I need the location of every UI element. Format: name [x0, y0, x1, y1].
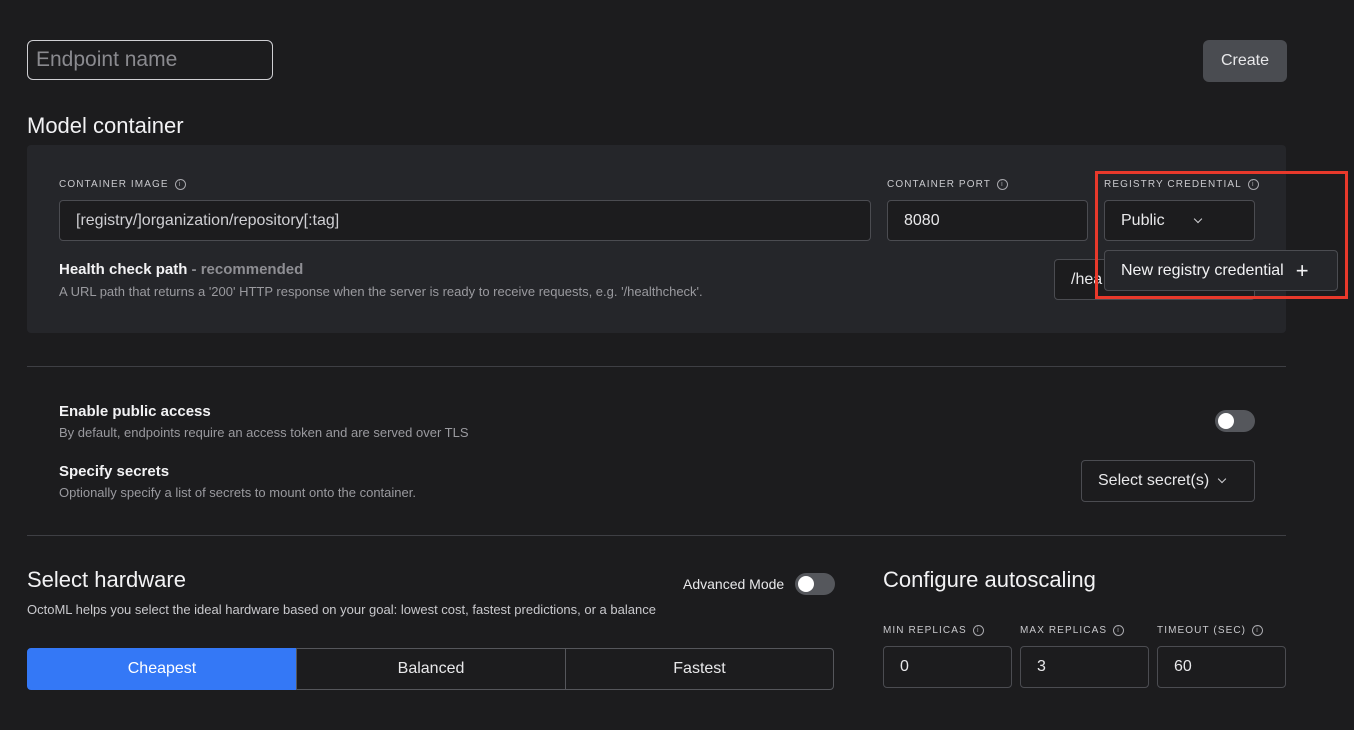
secrets-title: Specify secrets [59, 463, 170, 480]
timeout-label: TIMEOUT (SEC) i [1157, 625, 1264, 636]
container-port-label: CONTAINER PORT i [887, 179, 1008, 190]
divider [27, 366, 1286, 367]
max-replicas-caption: MAX REPLICAS [1020, 625, 1108, 636]
container-image-placeholder: [registry/]organization/repository[:tag] [76, 211, 340, 229]
min-replicas-value: 0 [900, 658, 909, 675]
health-check-title: Health check path [59, 261, 188, 278]
model-container-title: Model container [27, 113, 184, 138]
info-icon[interactable]: i [174, 179, 186, 190]
info-icon[interactable]: i [996, 179, 1008, 190]
advanced-mode-toggle[interactable] [795, 573, 835, 595]
select-secrets-dropdown[interactable]: Select secret(s) [1081, 460, 1255, 502]
select-secrets-label: Select secret(s) [1098, 472, 1210, 489]
info-icon[interactable]: i [1113, 625, 1125, 636]
health-check-suffix: - recommended [187, 261, 304, 278]
divider [27, 535, 1286, 536]
hardware-description: OctoML helps you select the ideal hardwa… [27, 602, 656, 617]
min-replicas-label: MIN REPLICAS i [883, 625, 984, 636]
toggle-knob [1218, 413, 1234, 429]
public-access-description: By default, endpoints require an access … [59, 425, 469, 440]
health-check-heading: Health check path - recommended [59, 261, 303, 279]
public-access-title: Enable public access [59, 403, 211, 420]
container-port-value: 8080 [904, 211, 940, 229]
timeout-input[interactable]: 60 [1157, 646, 1286, 688]
advanced-mode-label: Advanced Mode [683, 576, 785, 592]
chevron-down-icon [1217, 474, 1227, 484]
hardware-option-fastest[interactable]: Fastest [565, 648, 834, 690]
timeout-caption: TIMEOUT (SEC) [1157, 625, 1247, 636]
info-icon[interactable]: i [1252, 625, 1264, 636]
select-hardware-title: Select hardware [27, 567, 186, 592]
min-replicas-caption: MIN REPLICAS [883, 625, 967, 636]
info-icon[interactable]: i [972, 625, 984, 636]
create-button[interactable]: Create [1203, 40, 1287, 82]
toggle-knob [798, 576, 814, 592]
container-image-caption: CONTAINER IMAGE [59, 179, 169, 190]
container-image-input[interactable]: [registry/]organization/repository[:tag] [59, 200, 871, 241]
public-access-toggle[interactable] [1215, 410, 1255, 432]
secrets-description: Optionally specify a list of secrets to … [59, 485, 416, 500]
max-replicas-label: MAX REPLICAS i [1020, 625, 1125, 636]
timeout-value: 60 [1174, 658, 1192, 675]
hardware-option-cheapest[interactable]: Cheapest [27, 648, 297, 690]
container-port-caption: CONTAINER PORT [887, 179, 991, 190]
container-port-input[interactable]: 8080 [887, 200, 1088, 241]
endpoint-name-input[interactable] [27, 40, 273, 80]
max-replicas-value: 3 [1037, 658, 1046, 675]
health-check-description: A URL path that returns a '200' HTTP res… [59, 284, 703, 299]
hardware-option-balanced[interactable]: Balanced [296, 648, 566, 690]
container-image-label: CONTAINER IMAGE i [59, 179, 186, 190]
min-replicas-input[interactable]: 0 [883, 646, 1012, 688]
max-replicas-input[interactable]: 3 [1020, 646, 1149, 688]
autoscaling-title: Configure autoscaling [883, 567, 1096, 592]
highlight-box [1095, 171, 1348, 299]
